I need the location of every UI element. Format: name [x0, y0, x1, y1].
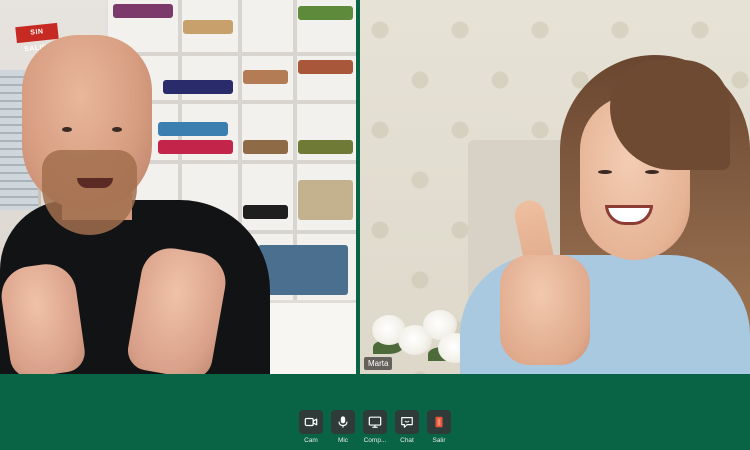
participant-tile-left[interactable]: SIN SALIDA	[0, 0, 356, 374]
microphone-button[interactable]: Mic	[331, 410, 355, 445]
fabric-roll	[298, 180, 353, 220]
participant-eye	[112, 127, 122, 132]
leave-button[interactable]: Salir	[427, 410, 451, 445]
thumbs-up-hand	[500, 255, 590, 365]
call-toolbar: Cam Mic Comp... Chat Salir	[0, 374, 750, 450]
fabric-roll	[113, 4, 173, 18]
fabric-roll	[258, 245, 348, 295]
fabric-roll	[183, 20, 233, 34]
chat-button-label: Chat	[400, 437, 414, 444]
screen-share-button[interactable]: Comp...	[363, 410, 387, 445]
video-call-window: SIN SALIDA Marta Cam Mic Comp... Chat Sa…	[0, 0, 750, 450]
call-controls: Cam Mic Comp... Chat Salir	[0, 410, 750, 445]
chat-icon	[401, 417, 413, 428]
camera-icon	[304, 417, 318, 427]
participant-eye	[645, 170, 659, 174]
participant-eye	[62, 127, 72, 132]
fabric-roll	[163, 80, 233, 94]
participant-tile-right[interactable]: Marta	[360, 0, 750, 374]
fabric-roll	[243, 140, 288, 154]
chat-button[interactable]: Chat	[395, 410, 419, 445]
fabric-roll	[298, 140, 353, 154]
fabric-roll	[243, 70, 288, 84]
participant-smile	[77, 178, 113, 188]
fabric-roll	[158, 140, 233, 154]
participant-name-tag: Marta	[364, 357, 393, 370]
leave-button-face[interactable]	[427, 410, 451, 434]
microphone-icon	[338, 416, 348, 428]
microphone-button-label: Mic	[337, 437, 349, 444]
chat-button-face[interactable]	[395, 410, 419, 434]
camera-button-face[interactable]	[299, 410, 323, 434]
leave-button-label: Salir	[432, 437, 446, 444]
leave-icon	[435, 416, 443, 428]
microphone-button-face[interactable]	[331, 410, 355, 434]
participant-eye	[598, 170, 612, 174]
fabric-roll	[243, 205, 288, 219]
screen-share-icon	[368, 416, 382, 428]
fabric-roll	[298, 6, 353, 20]
fabric-roll	[158, 122, 228, 136]
fabric-roll	[298, 60, 353, 74]
screen-share-button-face[interactable]	[363, 410, 387, 434]
white-cabinet	[265, 300, 356, 374]
screen-share-button-label: Comp...	[363, 437, 387, 444]
camera-button-label: Cam	[304, 437, 318, 444]
shelf-board	[108, 52, 356, 56]
video-grid: SIN SALIDA Marta	[0, 0, 750, 374]
camera-button[interactable]: Cam	[299, 410, 323, 445]
